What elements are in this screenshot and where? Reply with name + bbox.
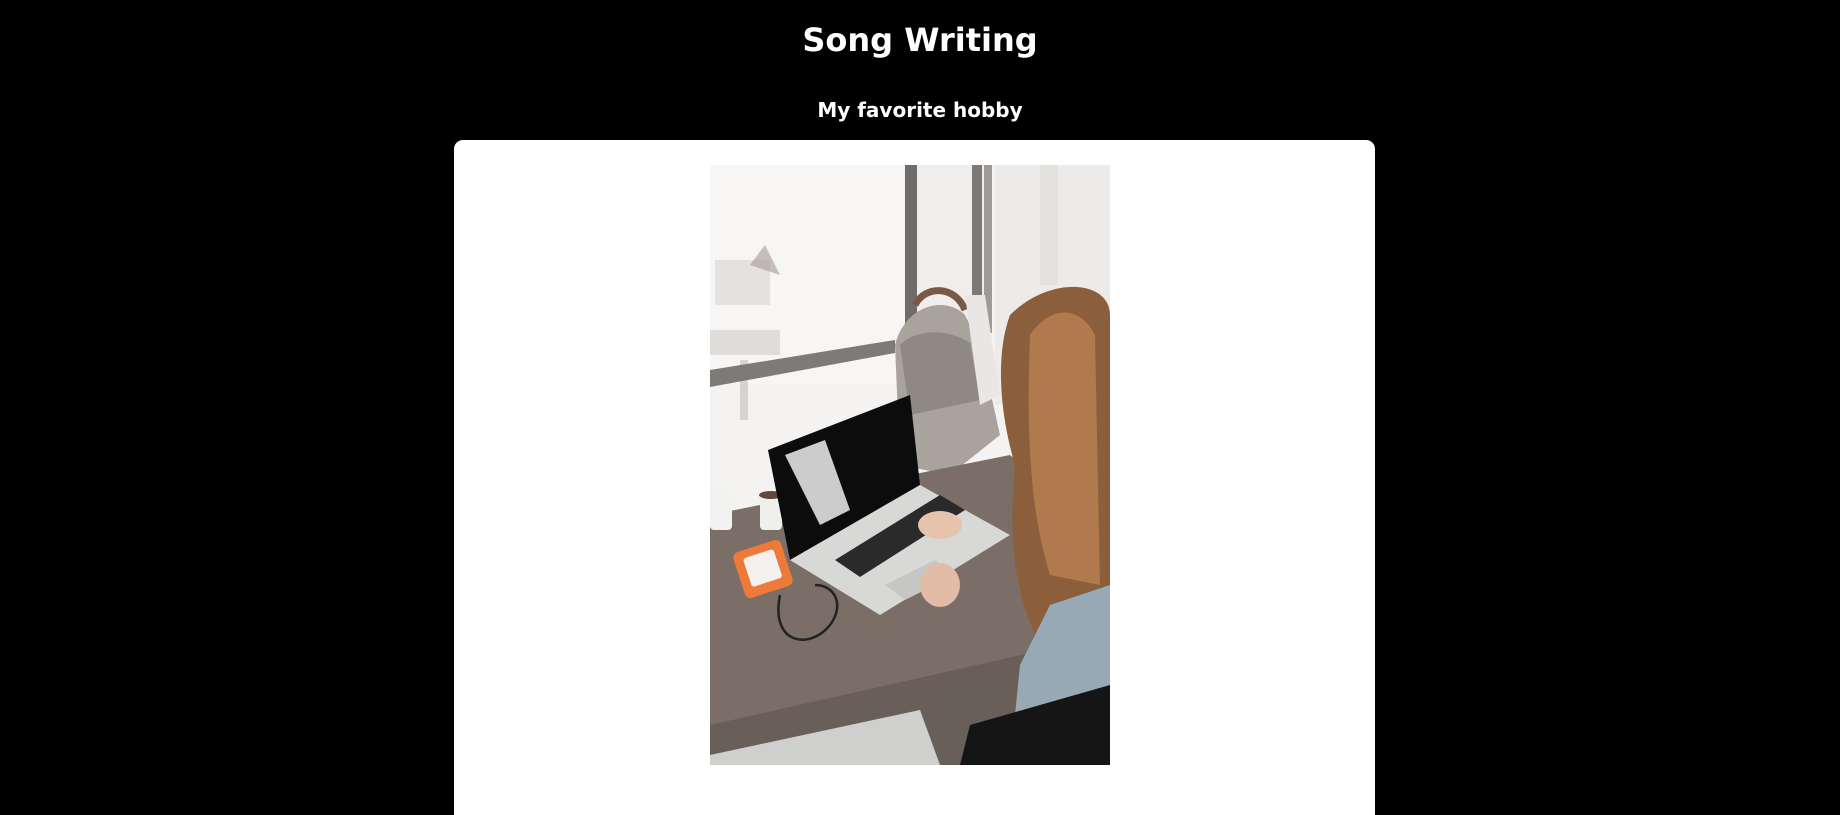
page-subtitle: My favorite hobby	[817, 98, 1023, 122]
page-title: Song Writing	[802, 21, 1038, 59]
page: Song Writing My favorite hobby	[0, 0, 1840, 815]
hobby-photo	[710, 165, 1110, 765]
content-card	[454, 140, 1375, 815]
